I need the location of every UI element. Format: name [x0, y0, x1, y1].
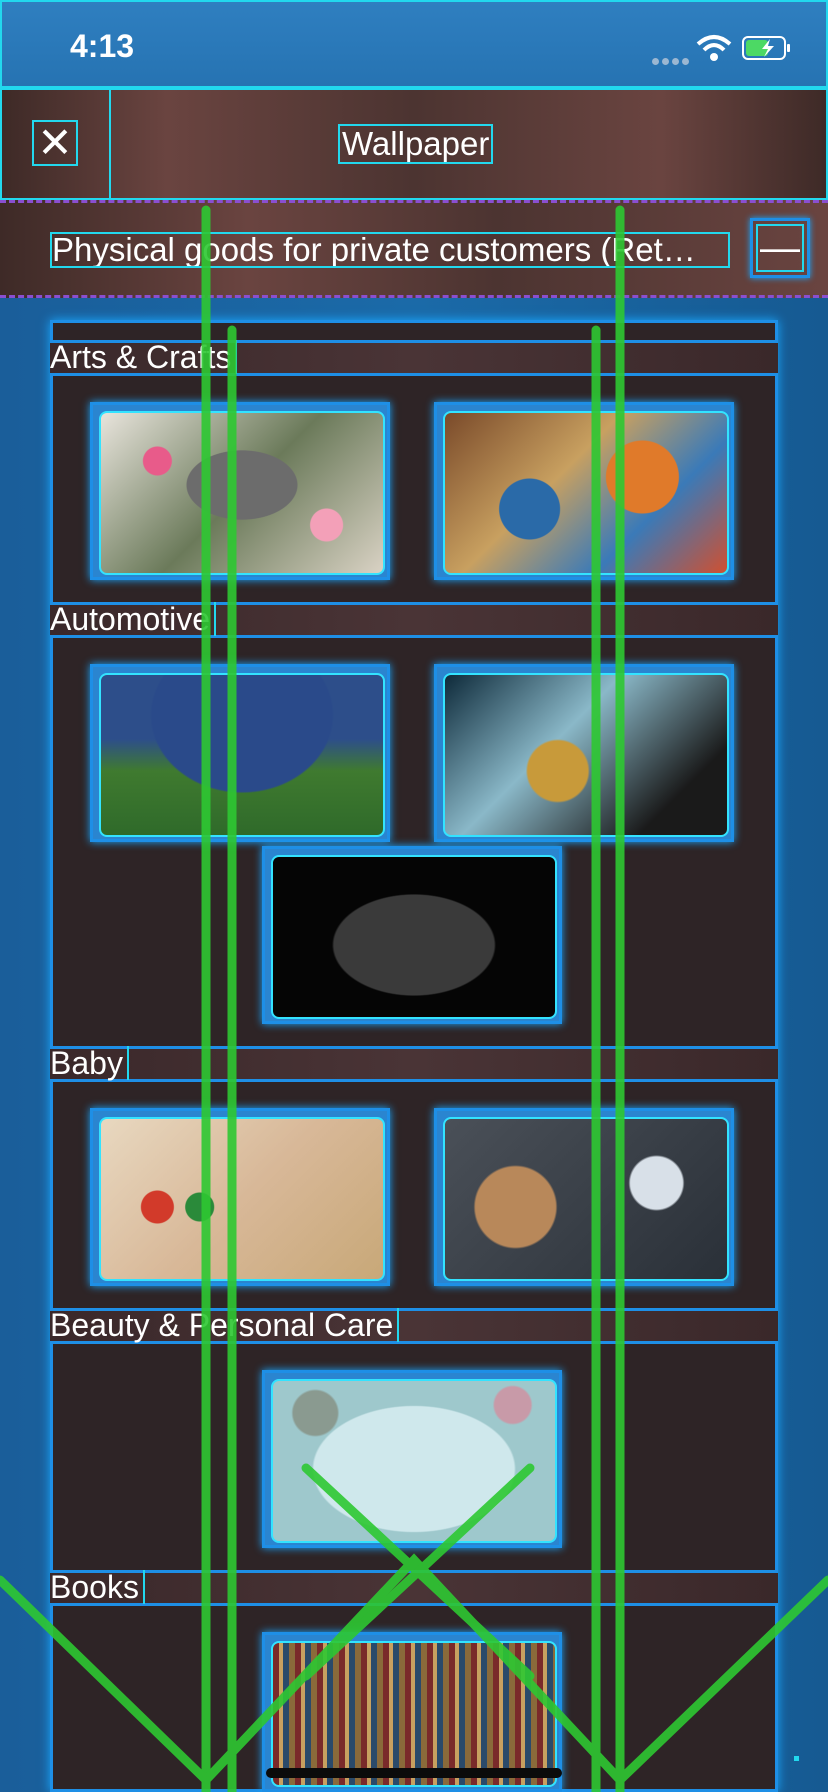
image-card[interactable]	[90, 1108, 390, 1286]
category-label: Beauty & Personal Care	[50, 1308, 400, 1342]
category-header-books	[50, 1570, 778, 1606]
battery-charging-icon	[742, 36, 790, 60]
image-card[interactable]	[90, 664, 390, 842]
image-card[interactable]	[434, 664, 734, 842]
black-car-front-image	[271, 855, 557, 1019]
vintage-car-rear-image	[99, 673, 385, 837]
flowers-crafts-image	[99, 411, 385, 575]
beauty-products-image	[271, 1379, 557, 1543]
image-card[interactable]	[434, 1108, 734, 1286]
category-label: Books	[50, 1570, 145, 1604]
filter-label[interactable]: Physical goods for private customers (Re…	[50, 232, 730, 268]
minus-icon: —	[756, 224, 804, 272]
cellular-signal-icon	[652, 52, 692, 70]
page-title: Wallpaper	[338, 124, 494, 164]
home-indicator[interactable]	[266, 1768, 562, 1778]
paint-brushes-image	[443, 411, 729, 575]
category-header-baby	[50, 1046, 778, 1082]
status-time: 4:13	[70, 28, 135, 64]
collapse-button[interactable]: —	[750, 218, 810, 278]
wooden-toys-image	[99, 1117, 385, 1281]
image-card[interactable]	[434, 402, 734, 580]
close-icon: ✕	[37, 119, 73, 166]
category-label: Automotive	[50, 602, 217, 636]
close-button[interactable]: ✕	[32, 120, 78, 166]
wifi-icon	[696, 35, 732, 61]
library-shelves-image	[271, 1641, 557, 1787]
image-card[interactable]	[262, 1370, 562, 1548]
image-card[interactable]	[262, 846, 562, 1024]
car-dashboard-image	[443, 673, 729, 837]
teddy-bear-image	[443, 1117, 729, 1281]
category-label: Arts & Crafts	[50, 340, 238, 374]
category-label: Baby	[50, 1046, 129, 1080]
debug-marker	[794, 1756, 799, 1761]
image-card[interactable]	[90, 402, 390, 580]
